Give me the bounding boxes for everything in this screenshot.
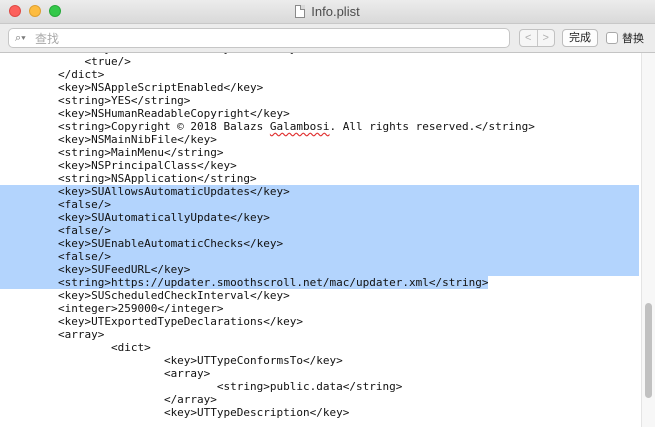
code-text[interactable]: <string>NSApplication</string> <box>0 172 257 185</box>
selected-text[interactable]: <key>SUFeedURL</key> <box>0 263 639 276</box>
code-text[interactable]: </dict> <box>0 68 104 81</box>
code-text[interactable]: <string>Copyright © 2018 Balazs Galambos… <box>0 120 535 133</box>
code-line[interactable]: <key>NSAppleScriptEnabled</key> <box>0 81 639 94</box>
search-icon: ⌕▾ <box>15 32 26 44</box>
code-text[interactable]: <array> <box>0 367 210 380</box>
scrollbar-thumb[interactable] <box>645 303 652 398</box>
code-line[interactable]: <key>SUAutomaticallyUpdate</key> <box>0 211 639 224</box>
code-text[interactable]: <key>SUScheduledCheckInterval</key> <box>0 289 290 302</box>
code-text[interactable]: <key>UTTypeDescription</key> <box>0 406 349 419</box>
selected-text[interactable]: <false/> <box>0 224 639 237</box>
selected-text[interactable]: <key>SUEnableAutomaticChecks</key> <box>0 237 639 250</box>
code-text[interactable]: <string>MainMenu</string> <box>0 146 224 159</box>
text-editor[interactable]: <key>NSAllowsArbitraryLoads</key> <true/… <box>0 53 641 427</box>
code-text[interactable]: <array> <box>0 328 104 341</box>
code-line[interactable]: <key>SUFeedURL</key> <box>0 263 639 276</box>
code-line[interactable]: <false/> <box>0 224 639 237</box>
find-bar: ⌕▾ < > 完成 替换 <box>0 24 655 53</box>
text-editor-window: Info.plist ⌕▾ < > 完成 替换 <key>NSAllowsArb… <box>0 0 655 427</box>
selected-text[interactable]: <false/> <box>0 250 639 263</box>
replace-label: 替换 <box>622 32 644 45</box>
find-navigation: < > <box>519 29 555 47</box>
code-text[interactable]: <key>NSMainNibFile</key> <box>0 133 217 146</box>
window-title: Info.plist <box>0 4 655 21</box>
code-line[interactable]: <array> <box>0 367 639 380</box>
code-text[interactable]: <key>NSPrincipalClass</key> <box>0 159 237 172</box>
window-title-text: Info.plist <box>311 4 360 19</box>
code-line[interactable]: <string>MainMenu</string> <box>0 146 639 159</box>
code-text[interactable]: <string>public.data</string> <box>0 380 402 393</box>
code-text[interactable]: <dict> <box>0 341 151 354</box>
code-line[interactable]: <key>NSPrincipalClass</key> <box>0 159 639 172</box>
code-line[interactable]: <string>Copyright © 2018 Balazs Galambos… <box>0 120 639 133</box>
code-text[interactable]: <key>NSHumanReadableCopyright</key> <box>0 107 290 120</box>
code-text[interactable]: <integer>259000</integer> <box>0 302 224 315</box>
code-text[interactable]: </array> <box>0 393 217 406</box>
code-content[interactable]: <key>NSAllowsArbitraryLoads</key> <true/… <box>0 53 639 419</box>
code-line[interactable]: <key>NSMainNibFile</key> <box>0 133 639 146</box>
code-text[interactable]: <key>UTTypeConformsTo</key> <box>0 354 343 367</box>
replace-checkbox[interactable] <box>606 32 618 44</box>
title-bar: Info.plist <box>0 0 655 24</box>
code-line[interactable]: <key>NSHumanReadableCopyright</key> <box>0 107 639 120</box>
search-input[interactable] <box>33 30 507 48</box>
find-next-button[interactable]: > <box>536 30 555 46</box>
code-text[interactable]: <true/> <box>0 55 130 68</box>
code-line[interactable]: <array> <box>0 328 639 341</box>
code-line[interactable]: </array> <box>0 393 639 406</box>
vertical-scrollbar[interactable] <box>641 53 655 427</box>
selected-text[interactable]: <string>https://updater.smoothscroll.net… <box>0 276 489 289</box>
find-previous-button[interactable]: < <box>520 30 537 46</box>
code-line[interactable]: <string>https://updater.smoothscroll.net… <box>0 276 639 289</box>
code-line[interactable]: <string>NSApplication</string> <box>0 172 639 185</box>
replace-toggle[interactable]: 替换 <box>606 30 644 46</box>
code-line[interactable]: </dict> <box>0 68 639 81</box>
code-line[interactable]: <integer>259000</integer> <box>0 302 639 315</box>
code-line[interactable]: <string>YES</string> <box>0 94 639 107</box>
code-text[interactable]: <key>UTExportedTypeDeclarations</key> <box>0 315 303 328</box>
code-line[interactable]: <key>UTExportedTypeDeclarations</key> <box>0 315 639 328</box>
code-line[interactable]: <key>SUAllowsAutomaticUpdates</key> <box>0 185 639 198</box>
code-text[interactable]: <key>NSAppleScriptEnabled</key> <box>0 81 263 94</box>
code-line[interactable]: <dict> <box>0 341 639 354</box>
code-line[interactable]: <false/> <box>0 198 639 211</box>
code-line[interactable]: <string>public.data</string> <box>0 380 639 393</box>
document-icon <box>295 5 306 18</box>
code-line[interactable]: <true/> <box>0 55 639 68</box>
code-line[interactable]: <false/> <box>0 250 639 263</box>
code-text[interactable]: <string>YES</string> <box>0 94 190 107</box>
selected-text[interactable]: <key>SUAutomaticallyUpdate</key> <box>0 211 639 224</box>
search-field[interactable]: ⌕▾ <box>8 28 510 48</box>
code-line[interactable]: <key>SUEnableAutomaticChecks</key> <box>0 237 639 250</box>
code-line[interactable]: <key>SUScheduledCheckInterval</key> <box>0 289 639 302</box>
done-button[interactable]: 完成 <box>562 29 598 47</box>
selected-text[interactable]: <false/> <box>0 198 639 211</box>
selected-text[interactable]: <key>SUAllowsAutomaticUpdates</key> <box>0 185 639 198</box>
code-line[interactable]: <key>UTTypeDescription</key> <box>0 406 639 419</box>
code-line[interactable]: <key>UTTypeConformsTo</key> <box>0 354 639 367</box>
